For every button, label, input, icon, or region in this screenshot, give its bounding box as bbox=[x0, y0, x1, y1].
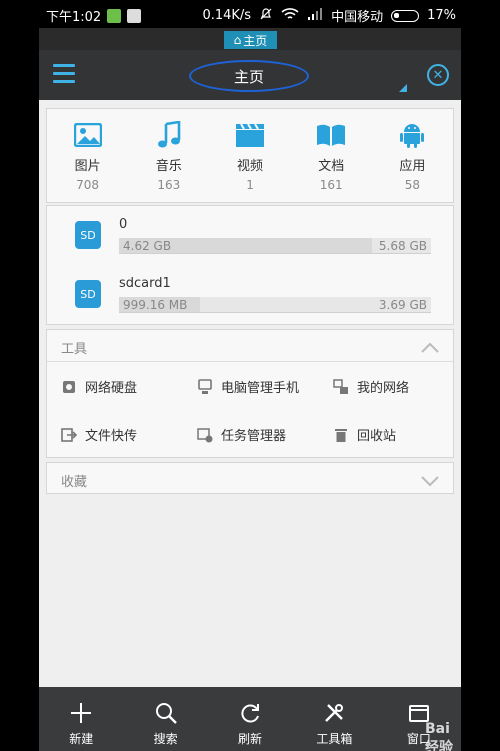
notification-qq-icon bbox=[127, 8, 142, 23]
battery-icon bbox=[391, 9, 420, 22]
tool-label: 电脑管理手机 bbox=[221, 381, 300, 396]
search-button[interactable]: 搜索 bbox=[123, 687, 207, 751]
storage-name: 0 bbox=[119, 217, 128, 232]
image-icon bbox=[73, 121, 103, 149]
window-corner-icon bbox=[399, 84, 407, 92]
chevron-up-icon[interactable] bbox=[421, 339, 439, 353]
sd-card-icon: SD bbox=[75, 221, 101, 249]
storage-panel: SD 0 4.62 GB 5.68 GB SD sdcard1 999.16 M… bbox=[46, 205, 454, 325]
pc-manage-icon bbox=[197, 378, 213, 395]
storage-total: 5.68 GB bbox=[378, 239, 427, 253]
storage-usage-bar: 999.16 MB 3.69 GB bbox=[119, 297, 431, 313]
storage-usage-bar: 4.62 GB 5.68 GB bbox=[119, 238, 431, 254]
music-icon bbox=[154, 121, 184, 149]
tool-recycle-bin[interactable]: 回收站 bbox=[333, 425, 396, 444]
storage-used: 4.62 GB bbox=[123, 239, 172, 253]
wifi-icon bbox=[281, 7, 299, 25]
category-videos[interactable]: 视频 1 bbox=[209, 109, 290, 202]
tab-home[interactable]: ⌂ 主页 bbox=[224, 31, 277, 49]
favorites-title: 收藏 bbox=[61, 475, 88, 490]
storage-used: 999.16 MB bbox=[123, 298, 188, 312]
tool-label: 回收站 bbox=[357, 429, 397, 444]
category-panel: 图片 708 音乐 163 视频 1 文档 161 应用 58 bbox=[46, 108, 454, 203]
tool-task-manager[interactable]: 任务管理器 bbox=[197, 425, 286, 444]
file-transfer-icon bbox=[61, 427, 77, 443]
tool-label: 我的网络 bbox=[357, 381, 410, 396]
bottom-toolbar: 新建 搜索 刷新 工具箱 窗口 bbox=[39, 687, 461, 751]
category-count: 1 bbox=[246, 178, 254, 192]
signal-icon bbox=[307, 7, 323, 25]
close-icon[interactable]: ✕ bbox=[427, 64, 449, 86]
trash-icon bbox=[333, 427, 349, 443]
status-time: 下午1:02 bbox=[46, 10, 102, 25]
toolbox-button[interactable]: 工具箱 bbox=[292, 687, 376, 751]
category-count: 58 bbox=[404, 178, 421, 192]
new-button[interactable]: 新建 bbox=[39, 687, 123, 751]
tool-file-transfer[interactable]: 文件快传 bbox=[61, 425, 137, 444]
storage-row-internal[interactable]: SD 0 4.62 GB 5.68 GB bbox=[47, 208, 453, 264]
category-music[interactable]: 音乐 163 bbox=[128, 109, 209, 202]
file-manager-app: ⌂ 主页 主页 ✕ 图片 708 音乐 163 视频 1 文档 161 应用 5… bbox=[39, 28, 461, 751]
menu-icon[interactable] bbox=[53, 64, 75, 84]
category-images[interactable]: 图片 708 bbox=[47, 109, 128, 202]
category-count: 163 bbox=[157, 178, 181, 192]
bottom-label: 刷新 bbox=[238, 732, 263, 746]
category-label: 图片 bbox=[74, 159, 101, 174]
app-bar: 主页 ✕ bbox=[39, 50, 461, 100]
bottom-label: 工具箱 bbox=[316, 732, 353, 746]
carrier-name: 中国移动 bbox=[331, 10, 384, 25]
plus-icon bbox=[69, 701, 93, 725]
page-title: 主页 bbox=[189, 60, 309, 92]
tools-header[interactable]: 工具 bbox=[47, 330, 453, 362]
video-icon bbox=[235, 121, 265, 149]
category-apps[interactable]: 应用 58 bbox=[372, 109, 453, 202]
task-manager-icon bbox=[197, 427, 213, 443]
chevron-down-icon[interactable] bbox=[421, 472, 439, 487]
category-label: 音乐 bbox=[155, 159, 182, 174]
status-bar: 下午1:02 0.14K/s 中国移动 17% bbox=[0, 0, 500, 28]
refresh-icon bbox=[238, 701, 262, 725]
battery-level: 17% bbox=[427, 8, 456, 23]
android-icon bbox=[397, 121, 427, 149]
network-icon bbox=[333, 378, 349, 395]
tools-icon bbox=[322, 701, 346, 725]
tool-pc-manage[interactable]: 电脑管理手机 bbox=[197, 377, 299, 396]
document-icon bbox=[316, 121, 346, 149]
home-icon: ⌂ bbox=[233, 33, 242, 47]
tools-panel: 工具 网络硬盘 电脑管理手机 我的网络 文件快传 任务管理器 回收站 bbox=[46, 329, 454, 458]
network-speed: 0.14K/s bbox=[202, 8, 252, 23]
storage-name: sdcard1 bbox=[119, 276, 171, 291]
search-icon bbox=[154, 701, 178, 725]
category-label: 应用 bbox=[399, 159, 426, 174]
category-documents[interactable]: 文档 161 bbox=[291, 109, 372, 202]
tab-home-label: 主页 bbox=[243, 33, 268, 48]
cloud-disk-icon bbox=[61, 379, 77, 395]
refresh-button[interactable]: 刷新 bbox=[208, 687, 292, 751]
tool-label: 文件快传 bbox=[85, 429, 138, 444]
notification-app-icon bbox=[107, 8, 122, 23]
tool-cloud-disk[interactable]: 网络硬盘 bbox=[61, 377, 137, 396]
category-label: 文档 bbox=[318, 159, 345, 174]
bottom-label: 搜索 bbox=[153, 732, 178, 746]
baidu-watermark: Bai 经验 bbox=[425, 721, 453, 751]
bottom-label: 新建 bbox=[69, 732, 94, 746]
category-count: 708 bbox=[76, 178, 100, 192]
category-count: 161 bbox=[319, 178, 343, 192]
mute-icon bbox=[259, 7, 273, 25]
tools-title: 工具 bbox=[61, 342, 88, 357]
tool-label: 网络硬盘 bbox=[85, 381, 138, 396]
tool-my-network[interactable]: 我的网络 bbox=[333, 377, 409, 396]
sd-card-icon: SD bbox=[75, 280, 101, 308]
tool-label: 任务管理器 bbox=[221, 429, 287, 444]
category-label: 视频 bbox=[237, 159, 264, 174]
storage-row-sdcard1[interactable]: SD sdcard1 999.16 MB 3.69 GB bbox=[47, 267, 453, 323]
favorites-panel[interactable]: 收藏 bbox=[46, 462, 454, 494]
storage-total: 3.69 GB bbox=[378, 298, 427, 312]
